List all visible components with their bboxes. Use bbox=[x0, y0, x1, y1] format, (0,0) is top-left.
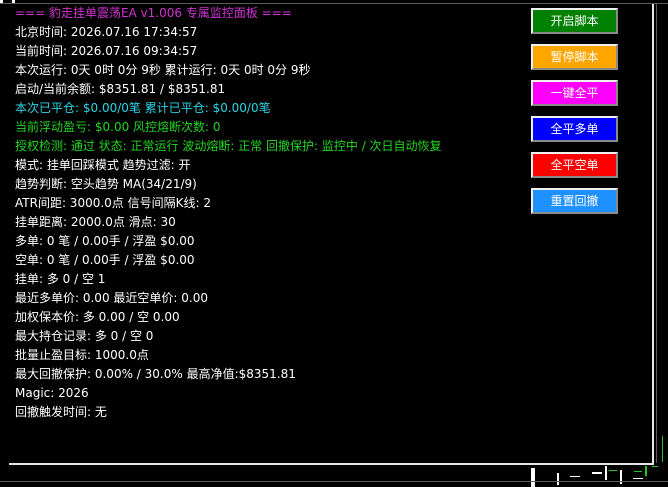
panel-title: === 豹走挂单震荡EA v1.006 专属监控面板 === bbox=[15, 6, 292, 20]
atr-spacing: ATR间距: 3000.0点 信号间隔K线: 2 bbox=[15, 196, 211, 210]
batch-take-profit: 批量止盈目标: 1000.0点 bbox=[15, 348, 149, 362]
reset-drawdown-button[interactable]: 重置回撤 bbox=[531, 188, 618, 214]
price-tick bbox=[652, 466, 658, 467]
run-time: 本次运行: 0天 0时 0分 9秒 累计运行: 0天 0时 0分 9秒 bbox=[15, 63, 311, 77]
mt-chart-window: === 豹走挂单震荡EA v1.006 专属监控面板 === 北京时间: 202… bbox=[0, 0, 668, 487]
close-long-button[interactable]: 全平多单 bbox=[531, 116, 618, 142]
drawdown-trigger-time: 回撤触发时间: 无 bbox=[15, 405, 107, 419]
short-positions: 空单: 0 笔 / 0.00手 / 浮盈 $0.00 bbox=[15, 253, 195, 267]
auth-status: 授权检测: 通过 状态: 正常运行 波动熔断: 正常 回撤保护: 监控中 / 次… bbox=[15, 139, 442, 153]
long-positions: 多单: 0 笔 / 0.00手 / 浮盈 $0.00 bbox=[15, 234, 195, 248]
start-script-button[interactable]: 开启脚本 bbox=[531, 8, 618, 34]
pending-distance: 挂单距离: 2000.0点 滑点: 30 bbox=[15, 215, 176, 229]
beijing-time: 北京时间: 2026.07.16 17:34:57 bbox=[15, 25, 198, 39]
candle-wick bbox=[605, 466, 607, 480]
candle-doji bbox=[592, 472, 602, 474]
price-tick bbox=[645, 466, 647, 476]
floating-pnl: 当前浮动盈亏: $0.00 风控熔断次数: 0 bbox=[15, 120, 221, 134]
trend: 趋势判断: 空头趋势 MA(34/21/9) bbox=[15, 177, 197, 191]
close-short-button[interactable]: 全平空单 bbox=[531, 152, 618, 178]
magic-number: Magic: 2026 bbox=[15, 386, 89, 400]
weighted-breakeven: 加权保本价: 多 0.00 / 空 0.00 bbox=[15, 310, 180, 324]
mode: 模式: 挂单回踩模式 趋势过滤: 开 bbox=[15, 158, 191, 172]
candle-wick bbox=[557, 473, 559, 485]
candle-doji bbox=[633, 478, 643, 479]
close-all-button[interactable]: 一键全平 bbox=[531, 80, 618, 106]
candle-doji bbox=[570, 476, 580, 477]
balance: 启动/当前余额: $8351.81 / $8351.81 bbox=[15, 82, 226, 96]
max-drawdown: 最大回撤保护: 0.00% / 30.0% 最高净值:$8351.81 bbox=[15, 367, 296, 381]
current-time: 当前时间: 2026.07.16 09:34:57 bbox=[15, 44, 198, 58]
max-hold-record: 最大持仓记录: 多 0 / 空 0 bbox=[15, 329, 154, 343]
price-tick bbox=[634, 471, 642, 472]
chart-price-scale-border bbox=[656, 3, 657, 463]
pending-orders: 挂单: 多 0 / 空 1 bbox=[15, 272, 106, 286]
chart-frame-bottom bbox=[0, 481, 668, 482]
pause-script-button[interactable]: 暂停脚本 bbox=[531, 44, 618, 70]
recent-prices: 最近多单价: 0.00 最近空单价: 0.00 bbox=[15, 291, 208, 305]
price-tick bbox=[609, 470, 617, 471]
price-tick bbox=[662, 436, 663, 462]
closed-trades: 本次已平仓: $0.00/0笔 累计已平仓: $0.00/0笔 bbox=[15, 101, 271, 115]
candle-body bbox=[531, 468, 535, 487]
monitor-panel: === 豹走挂单震荡EA v1.006 专属监控面板 === 北京时间: 202… bbox=[9, 4, 654, 465]
